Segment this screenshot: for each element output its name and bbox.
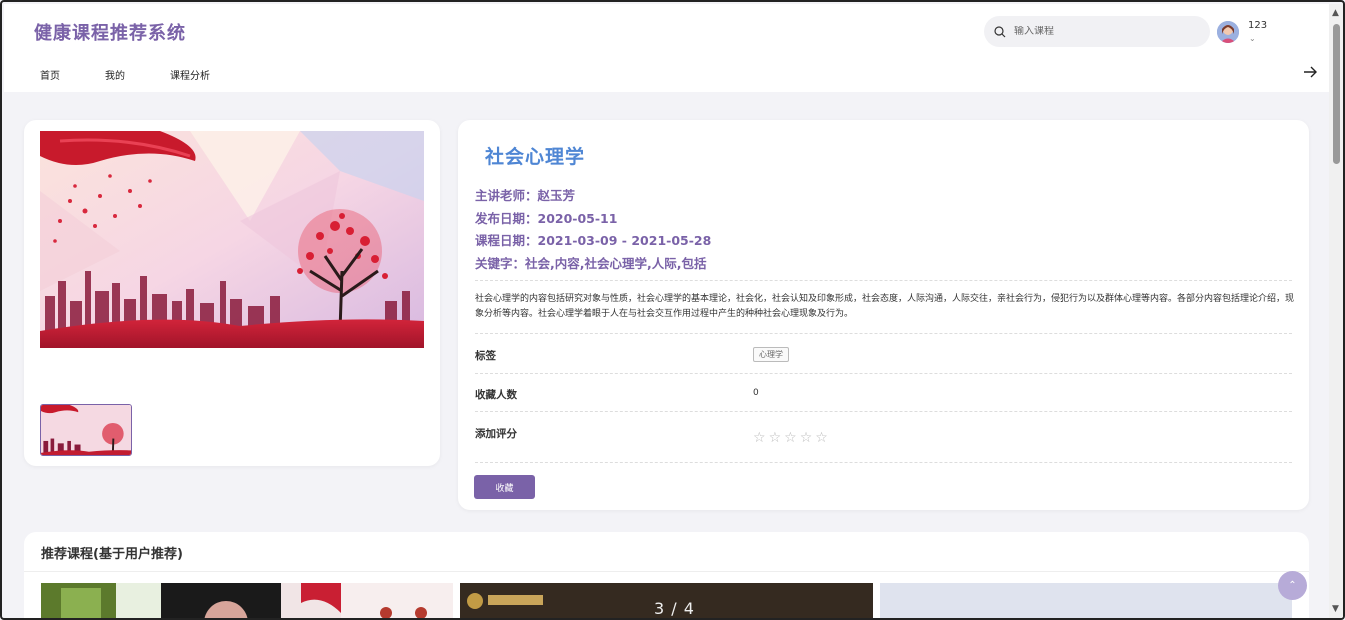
- back-to-top-icon[interactable]: ⌃: [1278, 571, 1307, 600]
- divider: [24, 571, 1309, 572]
- browser-frame: 健康课程推荐系统 123 ⌄ 首页 我的 课程分析: [0, 0, 1345, 620]
- star-icon[interactable]: ☆: [815, 431, 828, 445]
- search-input[interactable]: [1014, 26, 1194, 37]
- course-tag[interactable]: 心理学: [753, 347, 789, 362]
- recommend-title: 推荐课程(基于用户推荐): [41, 547, 183, 562]
- favorite-button[interactable]: 收藏: [474, 475, 535, 499]
- main-nav: 首页 我的 课程分析: [40, 67, 255, 82]
- tag-label: 标签: [475, 350, 496, 362]
- course-publish-date: 发布日期：2020-05-11: [475, 211, 618, 226]
- course-description: 社会心理学的内容包括研究对象与性质，社会心理学的基本理论，社会化，社会认知及印象…: [475, 294, 1295, 319]
- course-gallery: [24, 120, 440, 466]
- top-header: 健康课程推荐系统 123 ⌄ 首页 我的 课程分析: [4, 4, 1329, 92]
- course-title: 社会心理学: [485, 146, 586, 168]
- arrow-right-icon[interactable]: [1302, 64, 1318, 80]
- vertical-scrollbar[interactable]: ▲ ▼: [1329, 4, 1343, 618]
- nav-course-analysis[interactable]: 课程分析: [170, 67, 210, 82]
- star-icon[interactable]: ☆: [753, 431, 766, 445]
- recommend-card-3[interactable]: [880, 583, 1292, 618]
- course-keywords: 关键字：社会,内容,社会心理学,人际,包括: [475, 256, 707, 271]
- divider: [475, 333, 1292, 334]
- favorites-count: 0: [753, 388, 759, 398]
- carousel-counter: 3 / 4: [654, 599, 695, 618]
- course-thumbnail[interactable]: [40, 404, 132, 456]
- divider: [475, 462, 1292, 463]
- username[interactable]: 123: [1248, 20, 1267, 31]
- favorites-label: 收藏人数: [475, 389, 517, 401]
- course-teacher: 主讲老师：赵玉芳: [475, 188, 576, 203]
- nav-home[interactable]: 首页: [40, 67, 60, 82]
- search-icon: [994, 25, 1006, 37]
- star-icon[interactable]: ☆: [784, 431, 797, 445]
- rating-stars[interactable]: ☆ ☆ ☆ ☆ ☆: [753, 431, 828, 445]
- star-icon[interactable]: ☆: [800, 431, 813, 445]
- divider: [475, 411, 1292, 412]
- scroll-thumb[interactable]: [1333, 24, 1340, 164]
- star-icon[interactable]: ☆: [769, 431, 782, 445]
- course-main-image: [40, 131, 424, 348]
- nav-mine[interactable]: 我的: [105, 67, 125, 82]
- divider: [475, 373, 1292, 374]
- user-avatar[interactable]: [1217, 21, 1239, 43]
- site-logo[interactable]: 健康课程推荐系统: [34, 19, 186, 45]
- divider: [475, 280, 1292, 281]
- recommend-section: 推荐课程(基于用户推荐) 3 / 4: [24, 532, 1309, 618]
- chevron-down-icon[interactable]: ⌄: [1249, 34, 1256, 43]
- rating-label: 添加评分: [475, 428, 517, 440]
- course-info-card: 社会心理学 主讲老师：赵玉芳 发布日期：2020-05-11 课程日期：2021…: [458, 120, 1309, 510]
- course-date-range: 课程日期：2021-03-09 - 2021-05-28: [475, 233, 712, 248]
- scroll-up-icon[interactable]: ▲: [1332, 8, 1339, 18]
- recommend-card-1[interactable]: [41, 583, 453, 618]
- scroll-down-icon[interactable]: ▼: [1332, 604, 1339, 614]
- search-box[interactable]: [984, 16, 1210, 47]
